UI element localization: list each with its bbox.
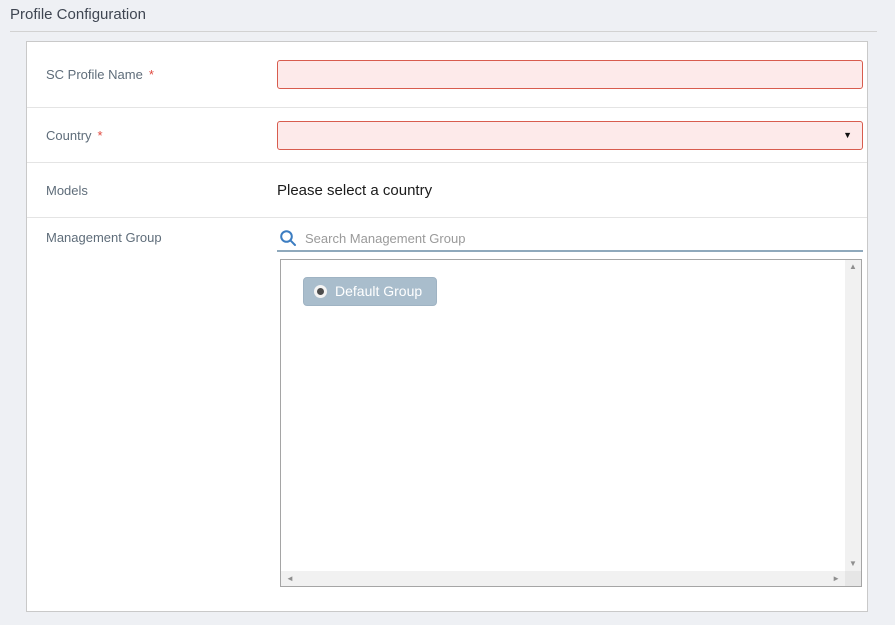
title-divider [10,31,877,32]
country-field-col: ▼ [277,108,867,162]
sc-profile-name-label-group: SC Profile Name * [27,42,277,107]
required-marker: * [149,67,154,82]
group-item-label: Default Group [335,283,422,299]
form-row-country: Country * ▼ [27,108,867,163]
models-label: Models [46,183,88,198]
required-marker: * [98,128,103,143]
scroll-left-icon[interactable]: ◄ [286,575,294,583]
radio-selected-icon [314,285,327,298]
form-row-sc-profile-name: SC Profile Name * [27,42,867,108]
scroll-up-icon[interactable]: ▲ [849,263,857,271]
sc-profile-name-label: SC Profile Name [46,67,143,82]
management-group-list: Default Group [281,260,845,571]
form-row-models: Models Please select a country [27,163,867,218]
management-group-field-col: Default Group ▲ ▼ ◄ ► [277,218,867,611]
management-group-search-input[interactable] [305,231,863,246]
management-group-search-bar [277,226,863,252]
models-label-group: Models [27,163,277,217]
profile-form-panel: SC Profile Name * Country * ▼ Mo [26,41,868,612]
management-group-listbox: Default Group ▲ ▼ ◄ ► [280,259,862,587]
search-icon [279,229,297,247]
country-select[interactable]: ▼ [277,121,863,150]
models-field-col: Please select a country [277,163,867,217]
scrollbar-corner [845,571,861,586]
country-label: Country [46,128,92,143]
scroll-down-icon[interactable]: ▼ [849,560,857,568]
management-group-label-group: Management Group [27,218,277,611]
country-label-group: Country * [27,108,277,162]
models-hint-text: Please select a country [277,182,432,199]
management-group-label: Management Group [46,230,162,245]
list-item-default-group[interactable]: Default Group [303,277,437,306]
sc-profile-name-field-col [277,42,867,107]
chevron-down-icon: ▼ [843,130,852,140]
vertical-scrollbar[interactable]: ▲ ▼ [845,260,861,571]
scroll-right-icon[interactable]: ► [832,575,840,583]
profile-configuration-page: Profile Configuration SC Profile Name * … [0,0,895,625]
sc-profile-name-input[interactable] [277,60,863,89]
page-title: Profile Configuration [10,5,146,25]
radio-dot [317,288,324,295]
horizontal-scrollbar[interactable]: ◄ ► [281,571,845,586]
form-row-management-group: Management Group [27,218,867,611]
